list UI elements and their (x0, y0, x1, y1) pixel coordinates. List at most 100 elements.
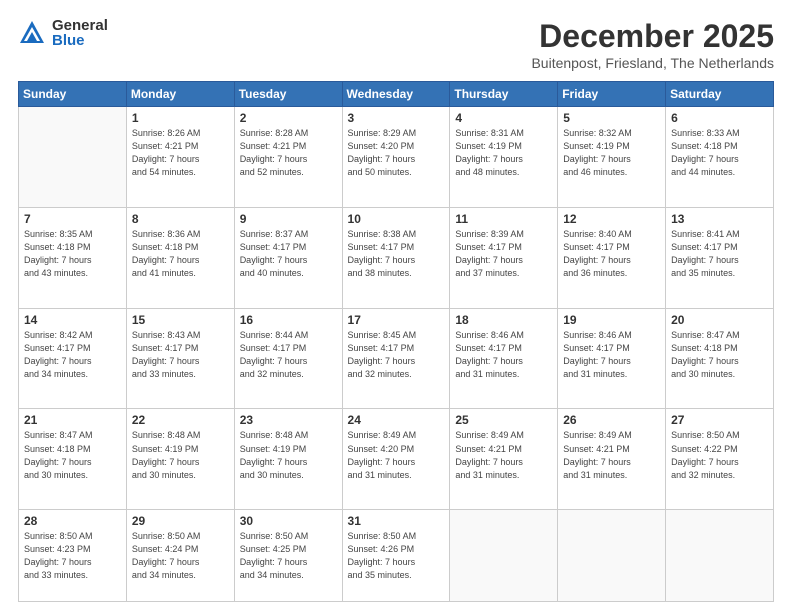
calendar-table: Sunday Monday Tuesday Wednesday Thursday… (18, 81, 774, 602)
day-number: 19 (563, 313, 660, 327)
day-number: 25 (455, 413, 552, 427)
logo-blue-text: Blue (52, 33, 108, 48)
table-row: 28 Sunrise: 8:50 AM Sunset: 4:23 PM Dayli… (19, 510, 127, 602)
day-info: Sunrise: 8:31 AM Sunset: 4:19 PM Dayligh… (455, 127, 552, 179)
day-number: 26 (563, 413, 660, 427)
day-number: 2 (240, 111, 337, 125)
logo-text: General Blue (52, 18, 108, 48)
table-row: 3 Sunrise: 8:29 AM Sunset: 4:20 PM Daylig… (342, 107, 450, 208)
day-info: Sunrise: 8:32 AM Sunset: 4:19 PM Dayligh… (563, 127, 660, 179)
day-info: Sunrise: 8:49 AM Sunset: 4:21 PM Dayligh… (455, 429, 552, 481)
table-row: 22 Sunrise: 8:48 AM Sunset: 4:19 PM Dayli… (126, 409, 234, 510)
table-row: 14Sunrise: 8:42 AM Sunset: 4:17 PM Dayli… (19, 308, 127, 409)
day-info: Sunrise: 8:35 AM Sunset: 4:18 PM Dayligh… (24, 228, 121, 280)
day-info: Sunrise: 8:50 AM Sunset: 4:23 PM Dayligh… (24, 530, 121, 582)
day-number: 12 (563, 212, 660, 226)
day-number: 24 (348, 413, 445, 427)
table-row: 16 Sunrise: 8:44 AM Sunset: 4:17 PM Dayli… (234, 308, 342, 409)
title-block: December 2025 Buitenpost, Friesland, The… (531, 18, 774, 71)
day-number: 22 (132, 413, 229, 427)
day-number: 30 (240, 514, 337, 528)
calendar-week-row: 21 Sunrise: 8:47 AM Sunset: 4:18 PM Dayli… (19, 409, 774, 510)
day-number: 17 (348, 313, 445, 327)
day-number: 16 (240, 313, 337, 327)
table-row: 6Sunrise: 8:33 AM Sunset: 4:18 PM Daylig… (666, 107, 774, 208)
day-number: 23 (240, 413, 337, 427)
table-row (19, 107, 127, 208)
day-info: Sunrise: 8:50 AM Sunset: 4:26 PM Dayligh… (348, 530, 445, 582)
day-number: 8 (132, 212, 229, 226)
day-info: Sunrise: 8:48 AM Sunset: 4:19 PM Dayligh… (240, 429, 337, 481)
day-info: Sunrise: 8:37 AM Sunset: 4:17 PM Dayligh… (240, 228, 337, 280)
calendar-body: 1Sunrise: 8:26 AM Sunset: 4:21 PM Daylig… (19, 107, 774, 602)
day-number: 3 (348, 111, 445, 125)
day-info: Sunrise: 8:46 AM Sunset: 4:17 PM Dayligh… (455, 329, 552, 381)
table-row: 13 Sunrise: 8:41 AM Sunset: 4:17 PM Dayli… (666, 207, 774, 308)
logo-icon (18, 19, 46, 47)
day-info: Sunrise: 8:45 AM Sunset: 4:17 PM Dayligh… (348, 329, 445, 381)
day-info: Sunrise: 8:49 AM Sunset: 4:21 PM Dayligh… (563, 429, 660, 481)
day-info: Sunrise: 8:46 AM Sunset: 4:17 PM Dayligh… (563, 329, 660, 381)
table-row: 7 Sunrise: 8:35 AM Sunset: 4:18 PM Daylig… (19, 207, 127, 308)
table-row: 17 Sunrise: 8:45 AM Sunset: 4:17 PM Dayli… (342, 308, 450, 409)
day-info: Sunrise: 8:48 AM Sunset: 4:19 PM Dayligh… (132, 429, 229, 481)
table-row: 30 Sunrise: 8:50 AM Sunset: 4:25 PM Dayli… (234, 510, 342, 602)
table-row (558, 510, 666, 602)
day-info: Sunrise: 8:50 AM Sunset: 4:25 PM Dayligh… (240, 530, 337, 582)
day-number: 4 (455, 111, 552, 125)
header-sunday: Sunday (19, 82, 127, 107)
table-row: 1Sunrise: 8:26 AM Sunset: 4:21 PM Daylig… (126, 107, 234, 208)
header-tuesday: Tuesday (234, 82, 342, 107)
day-number: 6 (671, 111, 768, 125)
day-info: Sunrise: 8:49 AM Sunset: 4:20 PM Dayligh… (348, 429, 445, 481)
table-row: 20 Sunrise: 8:47 AM Sunset: 4:18 PM Dayli… (666, 308, 774, 409)
day-number: 11 (455, 212, 552, 226)
table-row: 4 Sunrise: 8:31 AM Sunset: 4:19 PM Daylig… (450, 107, 558, 208)
table-row: 2Sunrise: 8:28 AM Sunset: 4:21 PM Daylig… (234, 107, 342, 208)
day-info: Sunrise: 8:38 AM Sunset: 4:17 PM Dayligh… (348, 228, 445, 280)
table-row: 23 Sunrise: 8:48 AM Sunset: 4:19 PM Dayli… (234, 409, 342, 510)
day-info: Sunrise: 8:44 AM Sunset: 4:17 PM Dayligh… (240, 329, 337, 381)
header-monday: Monday (126, 82, 234, 107)
table-row: 11Sunrise: 8:39 AM Sunset: 4:17 PM Dayli… (450, 207, 558, 308)
table-row: 26 Sunrise: 8:49 AM Sunset: 4:21 PM Dayli… (558, 409, 666, 510)
day-info: Sunrise: 8:47 AM Sunset: 4:18 PM Dayligh… (24, 429, 121, 481)
logo: General Blue (18, 18, 108, 48)
day-number: 20 (671, 313, 768, 327)
day-info: Sunrise: 8:47 AM Sunset: 4:18 PM Dayligh… (671, 329, 768, 381)
calendar-week-row: 7 Sunrise: 8:35 AM Sunset: 4:18 PM Daylig… (19, 207, 774, 308)
header-saturday: Saturday (666, 82, 774, 107)
table-row: 31 Sunrise: 8:50 AM Sunset: 4:26 PM Dayli… (342, 510, 450, 602)
day-info: Sunrise: 8:50 AM Sunset: 4:24 PM Dayligh… (132, 530, 229, 582)
calendar-title: December 2025 (531, 18, 774, 55)
calendar-week-row: 28 Sunrise: 8:50 AM Sunset: 4:23 PM Dayli… (19, 510, 774, 602)
day-number: 7 (24, 212, 121, 226)
day-info: Sunrise: 8:41 AM Sunset: 4:17 PM Dayligh… (671, 228, 768, 280)
day-number: 28 (24, 514, 121, 528)
day-info: Sunrise: 8:40 AM Sunset: 4:17 PM Dayligh… (563, 228, 660, 280)
table-row: 24 Sunrise: 8:49 AM Sunset: 4:20 PM Dayli… (342, 409, 450, 510)
calendar-location: Buitenpost, Friesland, The Netherlands (531, 55, 774, 71)
table-row: 25 Sunrise: 8:49 AM Sunset: 4:21 PM Dayli… (450, 409, 558, 510)
day-number: 27 (671, 413, 768, 427)
table-row: 9Sunrise: 8:37 AM Sunset: 4:17 PM Daylig… (234, 207, 342, 308)
day-number: 14 (24, 313, 121, 327)
day-info: Sunrise: 8:50 AM Sunset: 4:22 PM Dayligh… (671, 429, 768, 481)
table-row: 10 Sunrise: 8:38 AM Sunset: 4:17 PM Dayli… (342, 207, 450, 308)
day-number: 31 (348, 514, 445, 528)
day-number: 10 (348, 212, 445, 226)
header-friday: Friday (558, 82, 666, 107)
day-number: 1 (132, 111, 229, 125)
table-row: 18 Sunrise: 8:46 AM Sunset: 4:17 PM Dayli… (450, 308, 558, 409)
day-number: 21 (24, 413, 121, 427)
logo-general-text: General (52, 18, 108, 33)
table-row: 27 Sunrise: 8:50 AM Sunset: 4:22 PM Dayli… (666, 409, 774, 510)
calendar-week-row: 14Sunrise: 8:42 AM Sunset: 4:17 PM Dayli… (19, 308, 774, 409)
table-row: 5Sunrise: 8:32 AM Sunset: 4:19 PM Daylig… (558, 107, 666, 208)
day-info: Sunrise: 8:43 AM Sunset: 4:17 PM Dayligh… (132, 329, 229, 381)
table-row: 29 Sunrise: 8:50 AM Sunset: 4:24 PM Dayli… (126, 510, 234, 602)
day-number: 29 (132, 514, 229, 528)
day-info: Sunrise: 8:29 AM Sunset: 4:20 PM Dayligh… (348, 127, 445, 179)
day-number: 13 (671, 212, 768, 226)
day-number: 18 (455, 313, 552, 327)
